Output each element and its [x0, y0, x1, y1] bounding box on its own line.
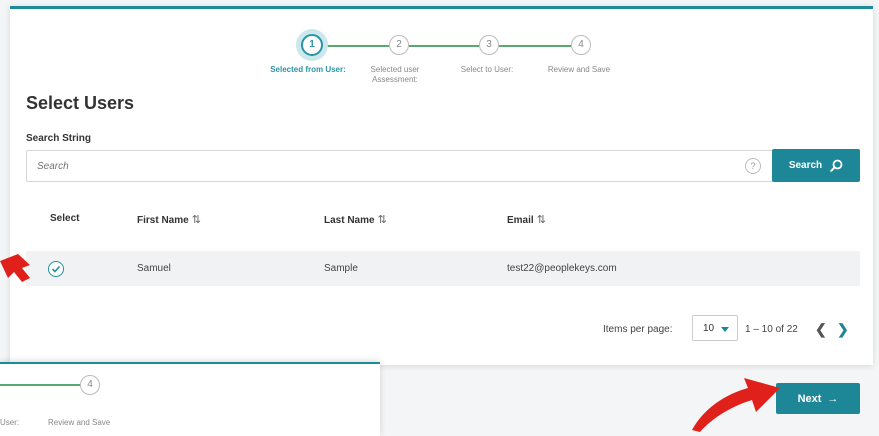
next-button[interactable]: Next → — [776, 383, 860, 414]
search-button[interactable]: Search — [772, 149, 860, 182]
step-3-label: Select to User: — [460, 65, 514, 74]
step-1-circle[interactable]: 1 — [301, 34, 323, 56]
inset-step-connector — [0, 384, 80, 386]
red-annotation-arrow-icon — [0, 254, 30, 282]
search-button-label: Search — [788, 160, 823, 171]
step-connector-2 — [409, 45, 479, 47]
cell-last-name: Sample — [324, 263, 358, 274]
page-size-value: 10 — [703, 323, 715, 334]
step-4-label: Review and Save — [547, 65, 611, 74]
step-4-circle[interactable]: 4 — [571, 35, 591, 55]
cell-first-name: Samuel — [137, 263, 171, 274]
main-card: 1 2 3 4 Selected from User: Selected use… — [10, 6, 873, 365]
check-circle-icon[interactable] — [48, 261, 64, 277]
inset-stepper-preview: 4 User: Review and Save — [0, 362, 380, 436]
column-header-email[interactable]: Email ⇅ — [507, 213, 546, 226]
caret-down-icon — [721, 327, 729, 332]
page-title: Select Users — [26, 93, 135, 113]
chevron-left-icon[interactable]: ❮ — [815, 321, 827, 338]
sort-icon[interactable]: ⇅ — [192, 214, 201, 226]
step-1-label: Selected from User: — [270, 65, 346, 74]
sort-icon[interactable]: ⇅ — [378, 214, 387, 226]
cell-email: test22@peoplekeys.com — [507, 263, 617, 274]
step-connector-3 — [499, 45, 571, 47]
help-icon[interactable]: ? — [745, 158, 761, 174]
arrow-right-icon: → — [827, 392, 839, 405]
stepper: 1 2 3 4 Selected from User: Selected use… — [10, 9, 873, 99]
items-per-page-label: Items per page: — [603, 324, 673, 335]
inset-step-label-partial: User: — [0, 418, 20, 427]
step-2-label: Selected user Assessment: — [370, 65, 420, 84]
inset-step-4-circle: 4 — [80, 375, 100, 395]
table-row[interactable]: Samuel Sample test22@peoplekeys.com — [26, 251, 860, 286]
search-input[interactable] — [27, 151, 739, 181]
pagination-range: 1 – 10 of 22 — [745, 324, 798, 335]
column-header-last-name[interactable]: Last Name ⇅ — [324, 213, 387, 226]
page-size-select[interactable]: 10 — [692, 315, 738, 341]
inset-step-label-review: Review and Save — [48, 418, 111, 427]
step-3-circle[interactable]: 3 — [479, 35, 499, 55]
next-button-label: Next — [797, 392, 822, 405]
step-connector-1 — [327, 45, 389, 47]
column-header-select: Select — [50, 213, 80, 224]
red-annotation-arrow-icon — [692, 378, 780, 432]
chevron-right-icon[interactable]: ❯ — [837, 321, 849, 338]
search-icon — [830, 159, 843, 172]
column-header-first-name[interactable]: First Name ⇅ — [137, 213, 201, 226]
search-label: Search String — [26, 133, 92, 144]
sort-icon[interactable]: ⇅ — [537, 214, 546, 226]
step-2-circle[interactable]: 2 — [389, 35, 409, 55]
search-field: ? — [26, 150, 776, 182]
